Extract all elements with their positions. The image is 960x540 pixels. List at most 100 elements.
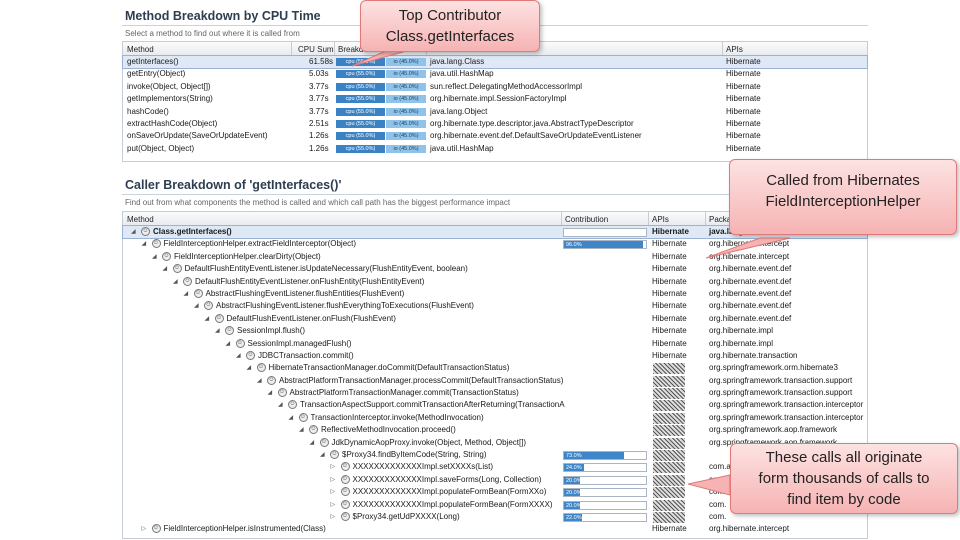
- tree-row[interactable]: ◢ ☺ SessionImpl.flush() Hibernate org.hibern…: [123, 325, 867, 337]
- method-name: XXXXXXXXXXXXXImpl.saveForms(Long, Collec…: [352, 474, 542, 484]
- tree-row[interactable]: ◢ ☺ JDBCTransaction.commit() Hibernate org.h…: [123, 350, 867, 362]
- tree-row[interactable]: ◢ ☺ AbstractPlatformTransactionManager.pro…: [123, 375, 867, 387]
- io-bar: io (45.0%): [386, 119, 426, 128]
- column-method[interactable]: Method: [127, 45, 154, 54]
- method-name: HibernateTransactionManager.doCommit(Def…: [268, 363, 510, 373]
- collapsed-toggle-icon[interactable]: ▷: [331, 476, 336, 483]
- tree-row[interactable]: ◢ ☺ AbstractFlushingEventListener.flushEve…: [123, 300, 867, 312]
- tree-row[interactable]: ◢ ☺ SessionImpl.managedFlush() Hibernate org…: [123, 338, 867, 350]
- contribution-bar: 20.0%: [563, 488, 647, 498]
- tree-row[interactable]: ◢ ☺ AbstractPlatformTransactionManager.com…: [123, 387, 867, 400]
- package-name: org.hibernate.intercept: [709, 524, 790, 534]
- table-row[interactable]: getInterfaces() 61.58s cpu (55.0%) io (45.0…: [122, 54, 868, 70]
- column-apis[interactable]: APIs: [726, 45, 743, 54]
- column-cpu-sum[interactable]: CPU Sum: [298, 45, 334, 54]
- method-name: getEntry(Object): [127, 69, 186, 79]
- method-name: DefaultFlushEntityEventListener.isUpdate…: [184, 264, 468, 274]
- io-bar: io (45.0%): [386, 132, 426, 141]
- tree-row[interactable]: ◢ ☺ FieldInterceptionHelper.clearDirty(Obj…: [123, 251, 867, 263]
- expand-toggle-icon[interactable]: ◢: [184, 290, 189, 297]
- expand-toggle-icon[interactable]: ◢: [163, 265, 168, 272]
- expand-toggle-icon[interactable]: ◢: [289, 414, 294, 421]
- method-breakdown-table[interactable]: Method CPU Sum Breakdown Class APIs getI…: [122, 41, 868, 162]
- tree-row[interactable]: ◢ ☺ DefaultFlushEntityEventListener.onFlus…: [123, 276, 867, 288]
- api-name: Hibernate: [652, 338, 687, 348]
- expand-toggle-icon[interactable]: ◢: [131, 228, 136, 235]
- expand-toggle-icon[interactable]: ◢: [173, 278, 178, 285]
- expand-toggle-icon[interactable]: ◢: [299, 426, 304, 433]
- tree-row[interactable]: ◢ ☺ FieldInterceptionHelper.extractFieldIn…: [123, 238, 867, 250]
- method-icon: ☺: [340, 511, 350, 521]
- collapsed-toggle-icon[interactable]: ▷: [142, 525, 147, 532]
- expand-toggle-icon[interactable]: ◢: [278, 401, 283, 408]
- method-icon: ☺: [267, 375, 276, 385]
- expand-toggle-icon[interactable]: ◢: [205, 315, 210, 322]
- expand-toggle-icon[interactable]: ◢: [257, 377, 262, 384]
- method-icon: ☺: [246, 350, 255, 360]
- tree-row[interactable]: ▷ ☺ FieldInterceptionHelper.isInstrumented…: [123, 523, 867, 535]
- method-icon: ☺: [162, 251, 171, 261]
- table-row[interactable]: extractHashCode(Object) 2.51s cpu (55.0%) i…: [123, 118, 867, 130]
- tree-row[interactable]: ◢ ☺ HibernateTransactionManager.doCommit(D…: [123, 362, 867, 375]
- column-apis[interactable]: APIs: [652, 215, 669, 224]
- expand-toggle-icon[interactable]: ◢: [236, 352, 241, 359]
- package-name: org.springframework.orm.hibernate3: [709, 363, 838, 373]
- cpu-sum: 1.26s: [309, 143, 329, 153]
- method-icon: ☺: [193, 288, 203, 298]
- class-name: sun.reflect.DelegatingMethodAccessorImpl: [430, 81, 583, 91]
- package-name: org.hibernate.event.def: [709, 288, 792, 298]
- table-row[interactable]: hashCode() 3.77s cpu (55.0%) io (45.0%) java…: [123, 106, 867, 118]
- expand-toggle-icon[interactable]: ◢: [194, 302, 199, 309]
- method-icon: ☺: [235, 338, 245, 348]
- collapsed-toggle-icon[interactable]: ▷: [331, 513, 336, 520]
- expand-toggle-icon[interactable]: ◢: [226, 340, 231, 347]
- table-row[interactable]: put(Object, Object) 1.26s cpu (55.0%) io (4…: [123, 143, 867, 155]
- column-contribution[interactable]: Contribution: [565, 215, 608, 224]
- tree-row[interactable]: ◢ ☺ DefaultFlushEventListener.onFlush(Flus…: [123, 313, 867, 325]
- class-name: org.hibernate.event.def.DefaultSaveOrUpd…: [430, 131, 642, 141]
- tree-row[interactable]: ◢ ☺ TransactionAspectSupport.commitTransac…: [123, 399, 867, 412]
- table-row[interactable]: onSaveOrUpdate(SaveOrUpdateEvent) 1.26s cp…: [123, 130, 867, 142]
- method-icon: ☺: [319, 437, 329, 447]
- cpu-bar: cpu (55.0%): [336, 70, 385, 79]
- tree-row[interactable]: ◢ ☺ AbstractFlushingEventListener.flushEnt…: [123, 288, 867, 300]
- method-icon: ☺: [340, 462, 350, 472]
- expand-toggle-icon[interactable]: ◢: [142, 240, 147, 247]
- table-row[interactable]: getEntry(Object) 5.03s cpu (55.0%) io (45.0…: [123, 68, 867, 80]
- tree-row[interactable]: ◢ ☺ TransactionInterceptor.invoke(MethodIn…: [123, 412, 867, 424]
- tree-row[interactable]: ◢ ☺ ReflectiveMethodInvocation.proceed() or…: [123, 424, 867, 437]
- callout-hibernate: Called from Hibernates FieldInterception…: [729, 159, 957, 235]
- cpu-bar: cpu (55.0%): [336, 107, 385, 116]
- expand-toggle-icon[interactable]: ◢: [247, 364, 252, 371]
- collapsed-toggle-icon[interactable]: ▷: [331, 501, 336, 508]
- package-name: org.springframework.transaction.intercep…: [709, 400, 864, 410]
- method-icon: ☺: [151, 239, 161, 249]
- api-name: Hibernate: [652, 524, 687, 534]
- expand-toggle-icon[interactable]: ◢: [268, 389, 273, 396]
- callout-top-contributor: Top Contributor Class.getInterfaces: [360, 0, 540, 52]
- package-name: org.hibernate.intercept: [709, 251, 790, 261]
- column-method[interactable]: Method: [127, 215, 154, 224]
- method-name: SessionImpl.managedFlush(): [247, 338, 352, 348]
- expand-toggle-icon[interactable]: ◢: [320, 451, 325, 458]
- cpu-sum: 2.51s: [309, 118, 329, 128]
- method-icon: ☺: [256, 363, 266, 373]
- method-icon: ☺: [183, 276, 192, 286]
- collapsed-toggle-icon[interactable]: ▷: [331, 488, 336, 495]
- io-bar: io (45.0%): [386, 144, 426, 153]
- method-icon: ☺: [340, 474, 350, 484]
- expand-toggle-icon[interactable]: ◢: [310, 439, 315, 446]
- tree-row[interactable]: ◢ ☺ DefaultFlushEntityEventListener.isUpda…: [123, 263, 867, 275]
- package-name: com.: [709, 487, 727, 497]
- api-name: Hibernate: [652, 251, 687, 261]
- table-row[interactable]: getImplementors(String) 3.77s cpu (55.0%) i…: [123, 93, 867, 105]
- api-name: Hibernate: [726, 143, 761, 153]
- io-bar: io (45.0%): [386, 107, 426, 116]
- api-name: Hibernate: [726, 69, 761, 79]
- table-row[interactable]: invoke(Object, Object[]) 3.77s cpu (55.0%)…: [123, 81, 867, 93]
- expand-toggle-icon[interactable]: ◢: [215, 327, 220, 334]
- contribution-value: 73.0%: [566, 453, 582, 460]
- collapsed-toggle-icon[interactable]: ▷: [331, 463, 336, 470]
- method-name: invoke(Object, Object[]): [127, 81, 211, 91]
- expand-toggle-icon[interactable]: ◢: [152, 253, 157, 260]
